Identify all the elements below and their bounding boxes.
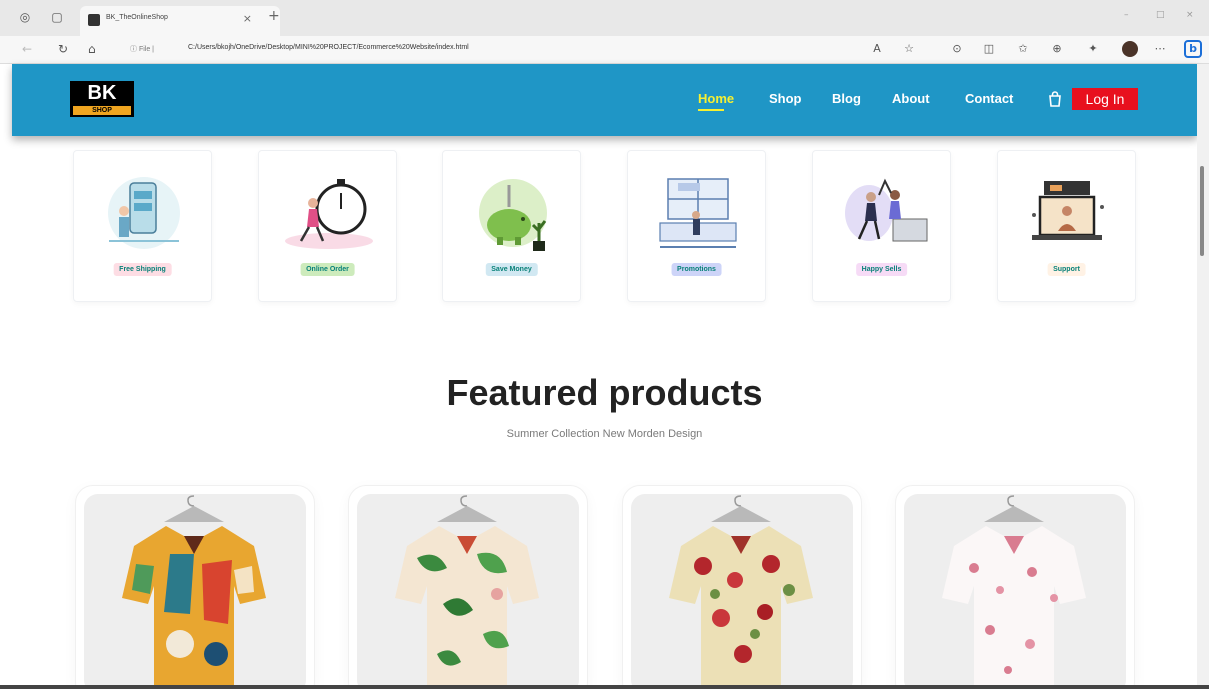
tab-actions-icon[interactable]: ▢ [50, 10, 64, 24]
feature-label: Online Order [300, 263, 355, 276]
tab-close-icon[interactable]: × [243, 12, 252, 25]
nav-blog[interactable]: Blog [832, 91, 861, 106]
shirt-image-green-leaves [395, 495, 539, 689]
favorites-icon[interactable]: ✩ [1016, 42, 1030, 56]
site-header: BK SHOP Home Shop Blog About Contact Log… [12, 64, 1197, 136]
profile-avatar[interactable] [1122, 41, 1138, 57]
feature-happy-sells: Happy Sells [812, 150, 951, 302]
logo-text-shop: SHOP [73, 106, 131, 115]
tab-title: BK_TheOnlineShop [106, 14, 168, 21]
shirt-image-colorful [122, 495, 266, 689]
address-bar: ← ↻ ⌂ ⓘ File | C:/Users/bkojh/OneDrive/D… [0, 36, 1209, 64]
feature-label: Happy Sells [855, 263, 908, 276]
login-button[interactable]: Log In [1072, 88, 1138, 110]
shirt-image-floral-red [669, 495, 813, 689]
feature-online-order: Online Order [258, 150, 397, 302]
phone-delivery-illustration [108, 177, 180, 249]
extensions-puzzle-icon[interactable]: ✦ [1086, 42, 1100, 56]
nav-shop[interactable]: Shop [769, 91, 802, 106]
feature-free-shipping: Free Shipping [73, 150, 212, 302]
scrollbar-thumb[interactable] [1200, 166, 1204, 256]
feature-label: Support [1047, 263, 1086, 276]
product-card[interactable] [622, 485, 862, 689]
laptop-support-illustration [1032, 181, 1104, 240]
product-image[interactable] [631, 494, 853, 689]
nav-home[interactable]: Home [698, 91, 734, 106]
home-icon[interactable]: ⌂ [88, 42, 96, 56]
more-options-icon[interactable]: ⋯ [1153, 42, 1167, 56]
browser-window: ◎ ▢ BK_TheOnlineShop × + – □ × ← ↻ ⌂ ⓘ F… [0, 0, 1209, 689]
feature-save-money: Save Money [442, 150, 581, 302]
favicon-icon [88, 14, 100, 26]
product-card[interactable] [348, 485, 588, 689]
minimize-button[interactable]: – [1124, 10, 1129, 20]
split-screen-icon[interactable]: ◫ [982, 42, 996, 56]
feature-label: Save Money [485, 263, 538, 276]
nav-contact[interactable]: Contact [965, 91, 1013, 106]
close-window-button[interactable]: × [1186, 10, 1194, 20]
page-scrollbar[interactable] [1197, 64, 1209, 689]
bk-shop-logo[interactable]: BK SHOP [70, 81, 134, 117]
product-image[interactable] [84, 494, 306, 689]
feature-support: Support [997, 150, 1136, 302]
feature-promotions: Promotions [627, 150, 766, 302]
dashboard-illustration [659, 178, 737, 248]
tab-strip: ◎ ▢ BK_TheOnlineShop × + – □ × [0, 0, 1209, 36]
back-icon[interactable]: ← [22, 42, 32, 56]
site-info-icon[interactable]: ⓘ File | [130, 44, 154, 54]
product-card[interactable] [895, 485, 1135, 689]
nav-about[interactable]: About [892, 91, 930, 106]
workspaces-icon[interactable]: ◎ [18, 10, 32, 24]
piggy-bank-illustration [479, 179, 547, 251]
product-image[interactable] [357, 494, 579, 689]
taskbar-edge [0, 685, 1209, 689]
refresh-icon[interactable]: ↻ [58, 42, 68, 56]
extension-icon[interactable]: ⊙ [950, 42, 964, 56]
favorite-star-icon[interactable]: ☆ [902, 42, 916, 56]
shirt-image-white-pink [942, 495, 1086, 689]
url-field[interactable]: C:/Users/bkojh/OneDrive/Desktop/MINI%20P… [188, 44, 469, 51]
nav-active-underline [698, 109, 724, 111]
new-tab-icon[interactable]: + [268, 9, 280, 23]
collections-icon[interactable]: ⊕ [1050, 42, 1064, 56]
read-aloud-icon[interactable]: A [870, 42, 884, 56]
shopping-bag-icon[interactable] [1048, 91, 1062, 107]
feature-label: Promotions [671, 263, 722, 276]
high-five-illustration [845, 178, 928, 242]
browser-tab[interactable]: BK_TheOnlineShop × [80, 6, 280, 36]
product-card[interactable] [75, 485, 315, 689]
feature-label: Free Shipping [113, 263, 172, 276]
featured-subtitle: Summer Collection New Morden Design [506, 428, 703, 440]
bing-copilot-icon[interactable]: b [1184, 40, 1202, 58]
logo-text-bk: BK [87, 82, 117, 104]
featured-title: Featured products [446, 372, 763, 413]
product-image[interactable] [904, 494, 1126, 689]
maximize-button[interactable]: □ [1156, 10, 1165, 20]
stopwatch-illustration [285, 179, 373, 249]
